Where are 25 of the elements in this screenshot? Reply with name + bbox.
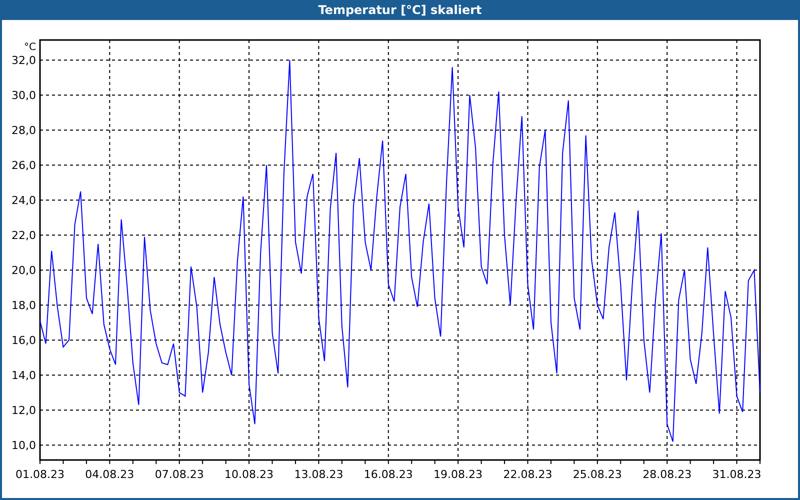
axis-tick-label: 30,0 <box>12 89 36 102</box>
axis-tick-label: 19.08.23 <box>434 468 483 481</box>
axis-tick-label: 32,0 <box>12 54 36 68</box>
axis-tick-label: 01.08.23 <box>16 468 64 481</box>
axis-tick-label: 14,0 <box>12 369 36 382</box>
window-title: Temperatur [°C] skaliert <box>0 0 800 20</box>
axis-tick-label: 28.08.23 <box>642 468 692 481</box>
axis-tick-label: 13.08.23 <box>294 468 344 481</box>
axis-tick-label: 25.08.23 <box>572 468 622 481</box>
axis-unit-label: °C <box>24 42 36 53</box>
axis-tick-label: 31.08.23 <box>712 468 762 481</box>
axis-tick-label: 16.08.23 <box>364 468 413 481</box>
axis-tick-label: 12,0 <box>12 404 36 418</box>
axis-tick-label: 22.08.23 <box>503 468 552 481</box>
axis-tick-label: 20,0 <box>12 264 36 278</box>
axis-tick-label: 10.08.23 <box>224 468 274 481</box>
axis-tick-label: 16,0 <box>12 334 36 348</box>
axis-tick-label: 18,0 <box>12 299 36 312</box>
axis-tick-label: 22,0 <box>12 229 36 242</box>
axis-tick-label: 24,0 <box>12 194 36 208</box>
axis-tick-label: 26,0 <box>12 159 36 172</box>
axis-tick-label: 28,0 <box>12 124 36 138</box>
axis-tick-label: 07.08.23 <box>154 468 204 481</box>
axis-tick-label: 10,0 <box>12 439 36 452</box>
axis-tick-label: 04.08.23 <box>85 468 134 481</box>
